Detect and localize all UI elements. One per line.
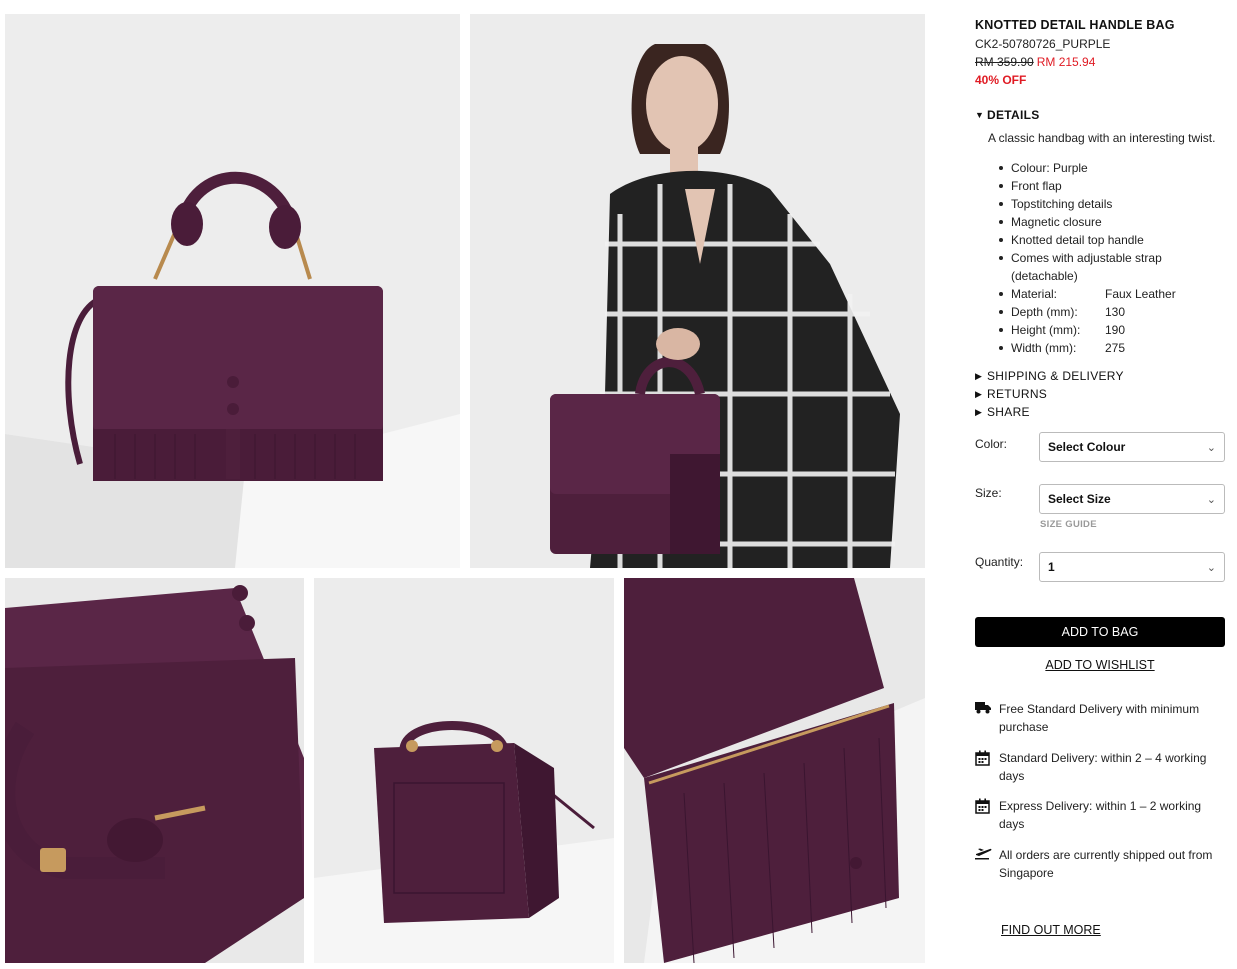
product-sku: CK2-50780726_PURPLE <box>975 37 1111 51</box>
bag-on-plinth-illustration <box>5 14 460 568</box>
returns-toggle[interactable]: ▶ RETURNS <box>975 387 1047 401</box>
spec-label: Material: <box>1011 287 1058 301</box>
delivery-info-item: Express Delivery: within 1 – 2 working d… <box>975 797 1227 833</box>
original-price: RM 359.90 <box>975 55 1034 69</box>
spec-label: Depth (mm): <box>1011 305 1078 319</box>
quantity-select-value: 1 <box>1048 560 1055 574</box>
spec-value: Faux Leather <box>1105 287 1176 301</box>
caret-right-icon: ▶ <box>975 406 983 417</box>
plane-icon <box>975 846 999 882</box>
quantity-select[interactable]: 1 ⌄ <box>1039 552 1225 582</box>
delivery-info-text: All orders are currently shipped out fro… <box>999 848 1213 880</box>
delivery-info-item: All orders are currently shipped out fro… <box>975 846 1227 882</box>
product-image-1[interactable] <box>5 14 460 568</box>
calendar-icon <box>975 797 999 833</box>
returns-heading: RETURNS <box>987 387 1048 401</box>
open-interior-illustration <box>624 578 925 963</box>
truck-icon <box>975 700 999 736</box>
find-out-more-link[interactable]: FIND OUT MORE <box>1001 923 1101 937</box>
product-description: A classic handbag with an interesting tw… <box>988 131 1216 145</box>
size-guide-link[interactable]: SIZE GUIDE <box>1040 519 1097 530</box>
chevron-down-icon: ⌄ <box>1206 441 1216 454</box>
caret-right-icon: ▶ <box>975 370 983 381</box>
caret-down-icon: ▼ <box>975 110 985 120</box>
color-select-value: Select Colour <box>1048 440 1126 454</box>
list-item: Knotted detail top handle <box>988 231 1227 249</box>
spec-row: Depth (mm): 130 <box>988 303 1227 321</box>
price-block: RM 359.90 RM 215.94 <box>975 55 1095 69</box>
details-toggle[interactable]: ▼ DETAILS <box>975 108 1040 122</box>
feature-list: Colour: Purple Front flap Topstitching d… <box>988 159 1227 285</box>
size-select[interactable]: Select Size ⌄ <box>1039 484 1225 514</box>
delivery-info-text: Standard Delivery: within 2 – 4 working … <box>999 751 1207 783</box>
handle-closeup-illustration <box>5 578 304 963</box>
list-item: Comes with adjustable strap (detachable) <box>988 249 1227 285</box>
delivery-info-text: Express Delivery: within 1 – 2 working d… <box>999 799 1202 831</box>
product-image-4[interactable] <box>314 578 614 963</box>
discount-badge: 40% OFF <box>975 73 1027 87</box>
share-toggle[interactable]: ▶ SHARE <box>975 405 1030 419</box>
chevron-down-icon: ⌄ <box>1206 493 1216 506</box>
product-title: KNOTTED DETAIL HANDLE BAG <box>975 18 1175 32</box>
spec-value: 190 <box>1105 323 1126 337</box>
calendar-icon <box>975 749 999 785</box>
shipping-toggle[interactable]: ▶ SHIPPING & DELIVERY <box>975 369 1124 383</box>
delivery-info-item: Free Standard Delivery with minimum purc… <box>975 700 1227 736</box>
product-image-2[interactable] <box>470 14 925 568</box>
spec-label: Height (mm): <box>1011 323 1081 337</box>
spec-value: 130 <box>1105 305 1126 319</box>
caret-right-icon: ▶ <box>975 388 983 399</box>
spec-label: Width (mm): <box>1011 341 1077 355</box>
color-select[interactable]: Select Colour ⌄ <box>1039 432 1225 462</box>
list-item: Topstitching details <box>988 195 1227 213</box>
add-to-wishlist-link[interactable]: ADD TO WISHLIST <box>975 658 1225 672</box>
list-item: Front flap <box>988 177 1227 195</box>
share-heading: SHARE <box>987 405 1030 419</box>
list-item: Colour: Purple <box>988 159 1227 177</box>
product-image-3[interactable] <box>5 578 304 963</box>
add-to-bag-button[interactable]: ADD TO BAG <box>975 617 1225 647</box>
spec-list: Material: Faux Leather Depth (mm): 130 Hei… <box>988 285 1227 357</box>
sale-price: RM 215.94 <box>1036 55 1096 69</box>
shipping-heading: SHIPPING & DELIVERY <box>987 369 1124 383</box>
details-heading: DETAILS <box>987 108 1040 122</box>
spec-row: Height (mm): 190 <box>988 321 1227 339</box>
spec-row: Material: Faux Leather <box>988 285 1227 303</box>
product-image-5[interactable] <box>624 578 925 963</box>
spec-value: 275 <box>1105 341 1126 355</box>
spec-row: Width (mm): 275 <box>988 339 1227 357</box>
chevron-down-icon: ⌄ <box>1206 561 1216 574</box>
back-view-illustration <box>314 578 614 963</box>
color-label: Color: <box>975 437 1008 451</box>
quantity-label: Quantity: <box>975 555 1024 569</box>
model-with-bag-illustration <box>470 14 925 568</box>
delivery-info-text: Free Standard Delivery with minimum purc… <box>999 702 1200 734</box>
list-item: Magnetic closure <box>988 213 1227 231</box>
product-panel: KNOTTED DETAIL HANDLE BAG CK2-50780726_P… <box>975 0 1227 969</box>
size-select-value: Select Size <box>1048 492 1111 506</box>
delivery-info-item: Standard Delivery: within 2 – 4 working … <box>975 749 1227 785</box>
size-label: Size: <box>975 486 1002 500</box>
